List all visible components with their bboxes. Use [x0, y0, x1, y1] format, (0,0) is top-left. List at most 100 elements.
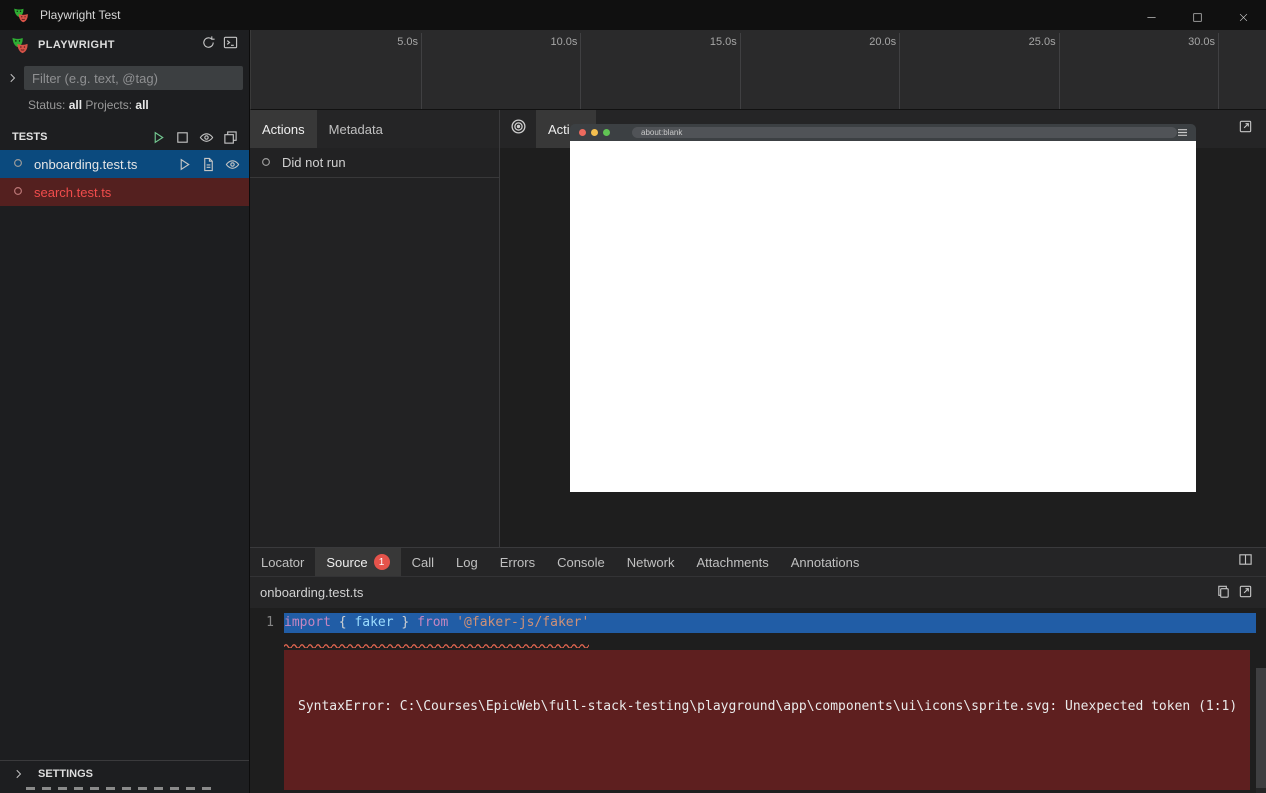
tab-label: Console — [557, 555, 605, 570]
tab-label: Actions — [262, 122, 305, 137]
stop-icon — [175, 130, 190, 145]
tab-actions-metadata[interactable]: Metadata — [317, 110, 395, 148]
projects-value[interactable]: all — [135, 98, 148, 112]
tab-label: Attachments — [696, 555, 768, 570]
external-link-icon — [1238, 584, 1253, 602]
timeline-tick: 10.0s — [580, 33, 581, 109]
timeline-tick-label: 10.0s — [550, 36, 577, 48]
traffic-light-close — [579, 129, 586, 136]
close-button[interactable] — [1220, 0, 1266, 30]
goto-file-icon — [201, 157, 216, 172]
sidebar: PLAYWRIGHT Status: all Projects: all TES… — [0, 30, 250, 793]
playwright-masks-icon — [10, 35, 30, 55]
syntax-error-block: SyntaxError: C:\Courses\EpicWeb\full-sta… — [284, 650, 1250, 790]
minimize-icon — [1146, 10, 1157, 21]
source-editor[interactable]: 1 import { faker } from '@faker-js/faker… — [250, 608, 1266, 793]
timeline-tick-label: 5.0s — [397, 36, 418, 48]
window-title: Playwright Test — [40, 8, 120, 22]
circle-icon — [12, 185, 26, 199]
browser-page-blank[interactable] — [570, 141, 1196, 492]
maximize-button[interactable] — [1174, 0, 1220, 30]
traffic-light-minimize — [591, 129, 598, 136]
playwright-masks-icon — [12, 6, 30, 24]
action-entry-did-not-run[interactable]: Did not run — [250, 148, 499, 178]
external-link-icon — [1238, 119, 1253, 139]
settings-header[interactable]: SETTINGS — [0, 761, 249, 787]
test-item-label: onboarding.test.ts — [34, 157, 173, 172]
snapshot-panel: ActionBeforeAfter about:blank — [500, 110, 1266, 547]
highlighted-code-line: import { faker } from '@faker-js/faker' — [284, 613, 1256, 633]
tab-bottom-source[interactable]: Source1 — [315, 548, 400, 576]
test-item-search-test-ts[interactable]: search.test.ts — [0, 178, 249, 206]
minimize-button[interactable] — [1128, 0, 1174, 30]
tab-label: Call — [412, 555, 434, 570]
tab-bottom-locator[interactable]: Locator — [250, 548, 315, 576]
reload-button[interactable] — [197, 34, 219, 56]
tab-label: Locator — [261, 555, 304, 570]
source-line-1[interactable]: 1 import { faker } from '@faker-js/faker… — [250, 613, 1266, 633]
test-item-label: search.test.ts — [34, 185, 243, 200]
tab-bottom-console[interactable]: Console — [546, 548, 616, 576]
run-all-button[interactable] — [147, 126, 169, 148]
hamburger-icon — [1177, 128, 1188, 137]
target-icon — [510, 118, 527, 140]
stop-button[interactable] — [171, 126, 193, 148]
actions-tabbar: Actions Metadata — [250, 110, 499, 148]
tab-label: Annotations — [791, 555, 860, 570]
status-value[interactable]: all — [69, 98, 82, 112]
error-message: SyntaxError: C:\Courses\EpicWeb\full-sta… — [298, 698, 1236, 716]
browser-snapshot: about:blank — [570, 124, 1196, 492]
actions-panel: Actions Metadata Did not run — [250, 110, 500, 547]
timeline[interactable]: 5.0s10.0s15.0s20.0s25.0s30.0s — [250, 30, 1266, 110]
tab-bottom-errors[interactable]: Errors — [489, 548, 546, 576]
traffic-light-zoom — [603, 129, 610, 136]
copy-icon — [1216, 584, 1231, 602]
sidebar-header: PLAYWRIGHT — [0, 30, 249, 60]
bottom-panel: Locator Source1 Call Log Errors Console Networ… — [250, 547, 1266, 793]
timeline-tick: 5.0s — [421, 33, 422, 109]
test-item-onboarding-test-ts[interactable]: onboarding.test.ts — [0, 150, 249, 178]
settings-label: SETTINGS — [38, 768, 93, 780]
error-squiggle — [284, 633, 1266, 639]
settings-section: SETTINGS — [0, 760, 249, 790]
bottom-tabbar: Locator Source1 Call Log Errors Console Networ… — [250, 548, 1266, 576]
tab-actions-actions[interactable]: Actions — [250, 110, 317, 148]
eye-icon — [225, 157, 240, 172]
timeline-tick-label: 30.0s — [1188, 36, 1215, 48]
timeline-tick-label: 20.0s — [869, 36, 896, 48]
collapse-icon — [223, 130, 238, 145]
play-icon — [177, 157, 192, 172]
pick-locator-button[interactable] — [500, 110, 536, 148]
filter-input[interactable] — [24, 66, 243, 90]
editor-scrollbar[interactable] — [1256, 668, 1266, 793]
tests-label: TESTS — [12, 131, 147, 143]
open-source-external-button[interactable] — [1234, 582, 1256, 604]
tab-bottom-log[interactable]: Log — [445, 548, 489, 576]
open-source-button[interactable] — [197, 153, 219, 175]
tests-section-header: TESTS — [0, 124, 249, 150]
open-snapshot-external-button[interactable] — [1234, 118, 1256, 140]
sidebar-header-label: PLAYWRIGHT — [38, 39, 197, 51]
layout-toggle-button[interactable] — [1234, 551, 1256, 573]
filter-row — [0, 60, 249, 94]
tab-bottom-annotations[interactable]: Annotations — [780, 548, 871, 576]
tab-bottom-call[interactable]: Call — [401, 548, 445, 576]
titlebar: Playwright Test — [0, 0, 1266, 30]
tab-bottom-attachments[interactable]: Attachments — [685, 548, 779, 576]
clipped-settings-row — [0, 787, 249, 790]
play-icon — [151, 130, 166, 145]
action-entry-label: Did not run — [282, 155, 346, 170]
test-list: onboarding.test.ts search.test.ts — [0, 150, 249, 206]
collapse-all-button[interactable] — [219, 126, 241, 148]
run-test-button[interactable] — [173, 153, 195, 175]
watch-all-button[interactable] — [195, 126, 217, 148]
terminal-button[interactable] — [219, 34, 241, 56]
chevron-right-icon[interactable] — [2, 72, 24, 84]
status-line[interactable]: Status: all Projects: all — [0, 94, 249, 120]
eye-icon — [199, 130, 214, 145]
tab-label: Log — [456, 555, 478, 570]
timeline-tick-label: 25.0s — [1029, 36, 1056, 48]
watch-test-button[interactable] — [221, 153, 243, 175]
tab-bottom-network[interactable]: Network — [616, 548, 686, 576]
copy-source-button[interactable] — [1212, 582, 1234, 604]
